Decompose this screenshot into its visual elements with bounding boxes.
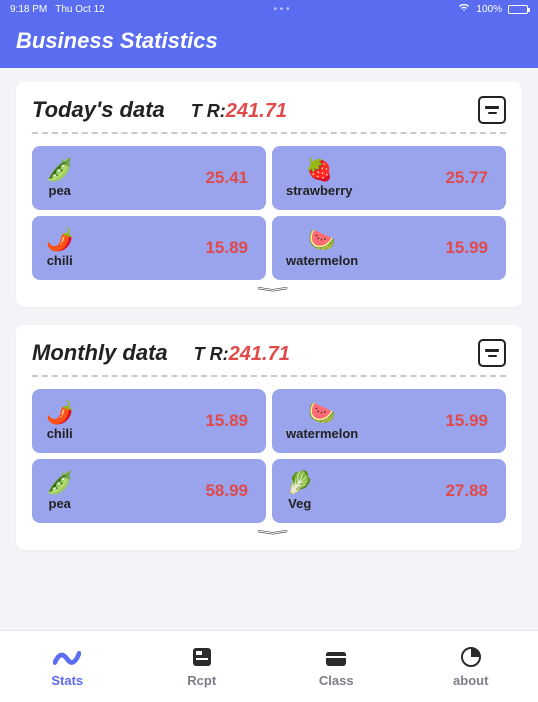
page-header: Business Statistics [0, 18, 538, 68]
tile-value: 58.99 [205, 481, 248, 501]
tile-label: pea [49, 183, 71, 198]
tile-value: 15.99 [445, 238, 488, 258]
tile-label: watermelon [286, 426, 358, 441]
tile-chili[interactable]: 🌶️ chili 15.89 [32, 216, 266, 280]
tile-pea[interactable]: 🫛 pea 58.99 [32, 459, 266, 523]
tile-label: watermelon [286, 253, 358, 268]
pea-icon: 🫛 [46, 159, 73, 181]
strawberry-icon: 🍓 [306, 159, 333, 181]
content: Today's data T R:241.71 🫛pea 25.41 🍓stra… [0, 68, 538, 550]
status-bar: 9:18 PM Thu Oct 12 • • • 100% [0, 0, 538, 18]
tab-label: Class [319, 673, 354, 688]
tile-value: 15.99 [445, 411, 488, 431]
today-tr-value: 241.71 [226, 100, 287, 122]
chili-icon: 🌶️ [46, 402, 73, 424]
tile-label: strawberry [286, 183, 352, 198]
tile-label: chili [47, 426, 73, 441]
tile-value: 25.41 [205, 168, 248, 188]
tile-watermelon[interactable]: 🍉 watermelon 15.99 [272, 389, 506, 453]
tile-label: pea [49, 496, 71, 511]
wifi-icon [458, 3, 470, 15]
tile-pea[interactable]: 🫛 pea 25.41 [32, 146, 266, 210]
status-time: 9:18 PM [10, 4, 47, 15]
tab-label: Rcpt [187, 673, 216, 688]
tile-label: chili [47, 253, 73, 268]
today-card: Today's data T R:241.71 🫛 pea 25.41 🍓 stra… [16, 82, 522, 307]
tab-about[interactable]: about [404, 631, 538, 702]
tile-value: 25.77 [445, 168, 488, 188]
class-icon [322, 645, 350, 669]
status-dots: • • • [274, 4, 290, 15]
receipt-icon[interactable] [478, 339, 506, 367]
tile-value: 15.89 [205, 238, 248, 258]
divider [32, 375, 506, 377]
today-title: Today's data [32, 97, 165, 123]
tile-label: Veg [288, 496, 311, 511]
monthly-card: Monthly data T R:241.71 🌶️ chili 15.89 🍉 w… [16, 325, 522, 550]
battery-pct: 100% [476, 4, 502, 15]
tab-label: about [453, 673, 488, 688]
watermelon-icon: 🍉 [308, 229, 335, 251]
pea-icon: 🫛 [46, 472, 73, 494]
chili-icon: 🌶️ [46, 229, 73, 251]
tab-rcpt[interactable]: Rcpt [135, 631, 270, 702]
veg-icon: 🥬 [286, 472, 313, 494]
monthly-tr-value: 241.71 [229, 343, 290, 365]
monthly-title: Monthly data [32, 340, 168, 366]
about-icon [457, 645, 485, 669]
tab-class[interactable]: Class [269, 631, 404, 702]
receipt-icon[interactable] [478, 96, 506, 124]
tab-bar: Stats Rcpt Class about [0, 630, 538, 702]
expand-toggle[interactable]: ︾ [32, 523, 506, 542]
receipt-icon [188, 645, 216, 669]
tile-veg[interactable]: 🥬 Veg 27.88 [272, 459, 506, 523]
tab-stats[interactable]: Stats [0, 631, 135, 702]
stats-icon [53, 645, 81, 669]
watermelon-icon: 🍉 [308, 402, 335, 424]
status-date: Thu Oct 12 [55, 4, 104, 15]
monthly-tr-label: T R: [194, 344, 229, 364]
tile-watermelon[interactable]: 🍉 watermelon 15.99 [272, 216, 506, 280]
battery-icon [508, 5, 528, 14]
tile-chili[interactable]: 🌶️ chili 15.89 [32, 389, 266, 453]
tile-value: 27.88 [445, 481, 488, 501]
tab-label: Stats [51, 673, 83, 688]
tile-value: 15.89 [205, 411, 248, 431]
divider [32, 132, 506, 134]
page-title: Business Statistics [16, 28, 218, 53]
expand-toggle[interactable]: ︾ [32, 280, 506, 299]
tile-strawberry[interactable]: 🍓 strawberry 25.77 [272, 146, 506, 210]
today-tr-label: T R: [191, 101, 226, 121]
